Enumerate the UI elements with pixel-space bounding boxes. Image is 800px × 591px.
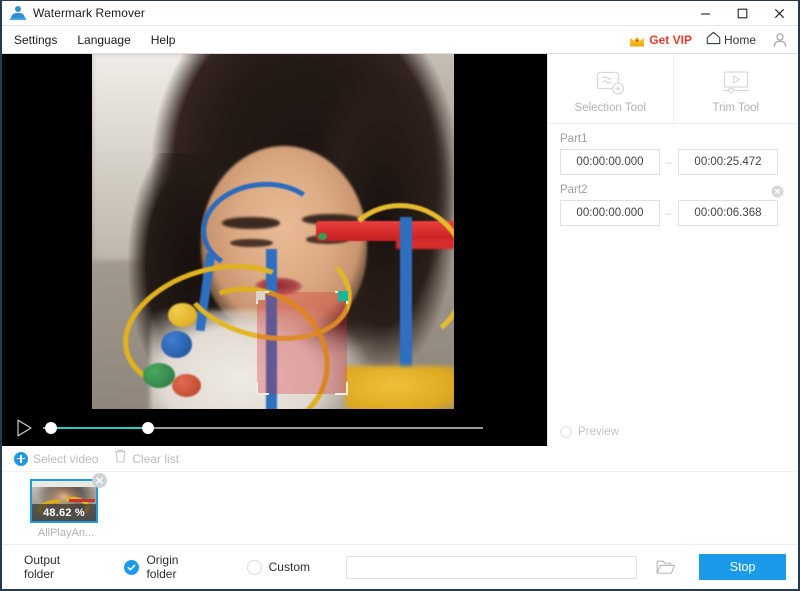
selection-tool-icon (593, 69, 627, 97)
select-video-button[interactable]: Select video (14, 451, 99, 466)
menu-settings[interactable]: Settings (4, 26, 67, 54)
part-block-1: Part1 – (560, 133, 786, 175)
part2-separator: – (665, 206, 673, 220)
part2-row: – (560, 200, 786, 226)
tool-row: Selection Tool Trim Tool (548, 54, 798, 124)
menu-bar-right: Get VIP Home (629, 26, 798, 54)
video-toy-bead-green (142, 362, 176, 388)
file-list: 48.62 % AllPlayAn... (2, 472, 798, 545)
home-icon (706, 31, 721, 48)
window-title: Watermark Remover (33, 6, 145, 20)
part1-label: Part1 (560, 133, 588, 145)
origin-folder-label: Origin folder (146, 553, 179, 581)
menu-bar: Settings Language Help Get VIP Home (2, 26, 798, 54)
window-controls (687, 1, 798, 26)
preview-radio[interactable] (560, 426, 572, 438)
part2-end-input[interactable] (678, 200, 778, 226)
thumbnail-highlight (32, 481, 96, 487)
output-path-input[interactable] (345, 555, 638, 579)
maximize-button[interactable] (724, 1, 761, 26)
video-toy-yellow-foreground (345, 366, 454, 409)
part1-row: – (560, 149, 786, 175)
menu-help[interactable]: Help (141, 26, 186, 54)
remove-circle-icon[interactable] (771, 185, 784, 198)
file-name-label: AllPlayAn... (37, 527, 95, 539)
app-logo-icon (10, 5, 26, 21)
select-video-label: Select video (33, 451, 99, 466)
thumbnail-red-rail (69, 498, 95, 502)
part1-end-input[interactable] (678, 149, 778, 175)
right-panel: Selection Tool Trim Tool Part1 00:00:00.… (547, 54, 798, 446)
video-toy-bead-blue (160, 330, 192, 358)
tool-selection-label: Selection Tool (574, 102, 646, 114)
origin-folder-option[interactable]: Origin folder (124, 553, 210, 581)
seek-track[interactable] (43, 420, 483, 436)
clear-list-button[interactable]: Clear list (114, 449, 179, 468)
custom-folder-label: Custom (268, 560, 310, 574)
home-button[interactable]: Home (706, 31, 756, 48)
selection-handle-top-left[interactable] (256, 291, 265, 300)
parts-section: Part1 – Part2 (548, 124, 798, 226)
part1-separator: – (665, 155, 673, 169)
preview-label: Preview (578, 426, 619, 438)
selection-corner-bottom-left[interactable] (256, 382, 269, 395)
tool-selection[interactable]: Selection Tool (548, 54, 673, 123)
part-block-2: Part2 – (560, 184, 786, 226)
trash-icon (114, 449, 127, 468)
trim-tool-icon (719, 69, 753, 97)
close-button[interactable] (761, 1, 798, 26)
stop-button[interactable]: Stop (699, 554, 786, 580)
bottom-bar: Output folder Origin folder Custom Stop (2, 544, 798, 589)
folder-open-icon[interactable] (655, 557, 677, 577)
title-bar: Watermark Remover (2, 1, 798, 26)
preview-option[interactable]: Preview (560, 426, 619, 438)
part2-label: Part2 (560, 184, 588, 196)
part1-start-input[interactable] (560, 149, 660, 175)
get-vip-button[interactable]: Get VIP (629, 33, 692, 47)
home-label: Home (723, 32, 756, 47)
app-window: Watermark Remover Settings Language Help (0, 0, 800, 591)
video-preview-pane[interactable] (2, 54, 547, 409)
minimize-button[interactable] (687, 1, 724, 26)
file-thumbnail[interactable]: 48.62 % (30, 479, 98, 523)
plus-circle-icon (14, 451, 28, 466)
progress-value: 48.62 % (43, 506, 85, 519)
selection-corner-bottom-right[interactable] (335, 382, 348, 395)
custom-folder-option[interactable]: Custom (246, 559, 310, 575)
tool-trim-label: Trim Tool (712, 102, 760, 114)
close-circle-icon[interactable] (92, 473, 107, 488)
crown-icon (629, 34, 645, 46)
get-vip-label: Get VIP (649, 32, 692, 47)
list-item[interactable]: 48.62 % AllPlayAn... (30, 473, 108, 539)
play-icon[interactable] (13, 417, 35, 439)
tool-trim[interactable]: Trim Tool (672, 54, 799, 123)
list-toolbar: Select video Clear list (2, 446, 798, 472)
seek-track-selection (51, 426, 148, 429)
part2-header: Part2 (560, 184, 786, 200)
seek-handle-end[interactable] (142, 421, 154, 434)
menu-language[interactable]: Language (67, 26, 140, 54)
origin-folder-radio[interactable] (124, 559, 140, 575)
video-toy-bead-red (171, 373, 201, 397)
output-folder-label: Output folder (24, 553, 61, 581)
watermark-selection-box[interactable] (256, 291, 348, 395)
clear-list-label: Clear list (132, 451, 180, 466)
progress-overlay: 48.62 % (32, 504, 96, 521)
user-icon[interactable] (772, 32, 788, 48)
video-toy-bead-yellow (168, 302, 197, 328)
custom-folder-radio[interactable] (246, 559, 262, 575)
part2-start-input[interactable] (560, 200, 660, 226)
seek-handle-start[interactable] (45, 421, 57, 434)
player-control-bar (2, 409, 547, 446)
selection-handle-top-right[interactable] (338, 291, 348, 301)
